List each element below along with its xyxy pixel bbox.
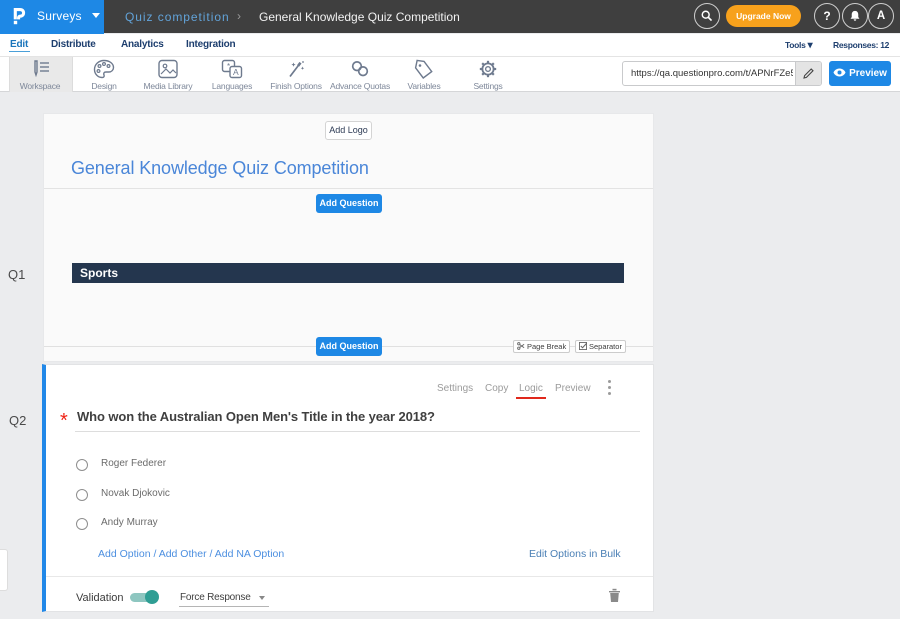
svg-text:A: A [233, 67, 239, 77]
